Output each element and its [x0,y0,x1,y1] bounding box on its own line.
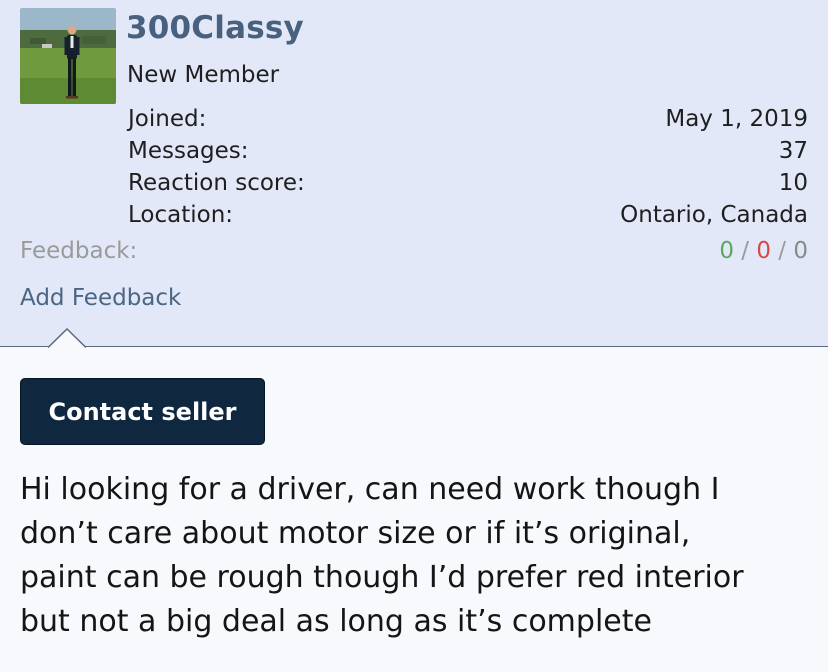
stat-location: Location: Ontario, Canada [128,199,808,231]
feedback-separator: / [741,238,757,264]
stat-messages-label: Messages: [128,138,249,164]
add-feedback-link[interactable]: Add Feedback [20,285,181,311]
username[interactable]: 300Classy [126,10,304,46]
post-line: paint can be rough though I’d prefer red… [20,560,744,595]
tooltip-pointer [48,328,86,348]
contact-seller-button[interactable]: Contact seller [20,378,265,445]
stat-location-value: Ontario, Canada [620,202,808,228]
feedback-values: 0 / 0 / 0 [719,238,808,264]
feedback-label: Feedback: [20,238,138,264]
feedback-negative: 0 [756,238,771,264]
avatar[interactable] [20,8,116,104]
stat-reaction-value: 10 [778,170,808,196]
stat-messages-value: 37 [778,138,808,164]
feedback-positive: 0 [719,238,734,264]
stat-location-label: Location: [128,202,234,228]
post-line: Hi looking for a driver, can need work t… [20,472,720,507]
post-line: but not a big deal as long as it’s compl… [20,604,652,639]
avatar-image [20,8,116,104]
stat-joined-value: May 1, 2019 [665,106,808,132]
post-line: don’t care about motor size or if it’s o… [20,516,691,551]
feedback-row: Feedback: 0 / 0 / 0 [20,235,808,267]
user-info-block: 300Classy New Member Joined: May 1, 2019… [0,0,828,347]
feedback-separator: / [778,238,794,264]
stat-messages: Messages: 37 [128,135,808,167]
feedback-neutral: 0 [793,238,808,264]
stat-joined: Joined: May 1, 2019 [128,103,808,135]
stat-reaction-score: Reaction score: 10 [128,167,808,199]
user-title: New Member [127,62,280,88]
stat-joined-label: Joined: [128,106,207,132]
stat-reaction-label: Reaction score: [128,170,305,196]
post-message: Hi looking for a driver, can need work t… [20,468,820,644]
